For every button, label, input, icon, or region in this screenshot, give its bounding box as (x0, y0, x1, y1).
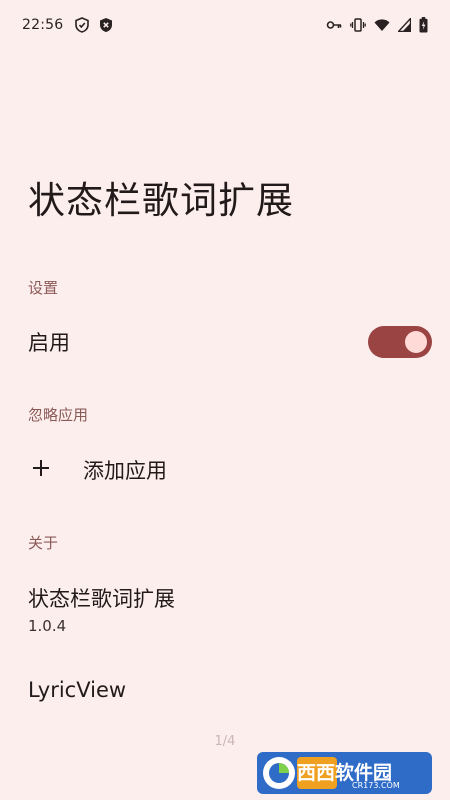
status-time: 22:56 (22, 17, 64, 33)
watermark-url: CR173.COM (352, 781, 400, 790)
vibrate-icon (350, 18, 366, 32)
lyricview-label: LyricView (28, 678, 127, 702)
page-title: 状态栏歌词扩展 (28, 179, 294, 222)
status-right-icons (326, 17, 428, 33)
watermark-logo: 西西软件园 CR173.COM (257, 752, 432, 794)
about-app-name: 状态栏歌词扩展 (28, 587, 175, 611)
toggle-thumb (405, 331, 427, 353)
battery-icon (419, 17, 428, 33)
vpn-key-icon (326, 19, 342, 31)
enable-label: 启用 (28, 331, 70, 355)
plus-icon (31, 458, 51, 482)
enable-toggle[interactable] (368, 326, 432, 358)
enable-row[interactable]: 启用 (0, 312, 450, 372)
status-bar: 22:56 (0, 0, 450, 50)
security-x-icon (99, 17, 113, 33)
wifi-icon (374, 18, 390, 32)
add-app-row[interactable]: 添加应用 (0, 440, 450, 500)
section-header-ignore-apps: 忽略应用 (28, 406, 89, 424)
page-indicator: 1/4 (214, 734, 236, 749)
section-header-settings: 设置 (28, 279, 59, 297)
status-left-icons (75, 17, 113, 33)
about-app-row[interactable]: 状态栏歌词扩展 1.0.4 (0, 575, 450, 645)
section-header-about: 关于 (28, 534, 59, 552)
lyricview-row[interactable]: LyricView (0, 660, 450, 720)
about-version: 1.0.4 (28, 617, 67, 635)
signal-icon (398, 18, 411, 32)
shield-check-icon (75, 17, 90, 33)
add-app-label: 添加应用 (83, 459, 167, 483)
